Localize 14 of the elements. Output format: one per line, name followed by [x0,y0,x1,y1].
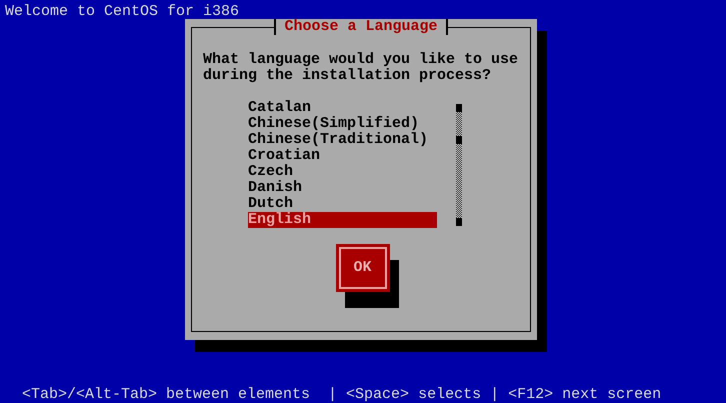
ok-button[interactable]: OK [336,244,390,292]
screen-title: Welcome to CentOS for i386 [5,4,240,20]
language-option[interactable]: Dutch [248,196,437,212]
language-option[interactable]: English [248,212,437,228]
language-option[interactable]: Catalan [248,100,437,116]
language-option[interactable]: Croatian [248,148,437,164]
help-line: <Tab>/<Alt-Tab> between elements | <Space> selects | <F12> next screen [22,387,662,403]
button-shadow [344,260,398,308]
language-option[interactable]: Czech [248,164,437,180]
language-option[interactable]: Chinese(Simplified) [248,116,437,132]
prompt-text: What language would you like to use during the installation process? [203,52,520,84]
dialog-title: Choose a Language [274,19,448,35]
language-option[interactable]: Danish [248,180,437,196]
language-option[interactable]: Chinese(Traditional) [248,132,437,148]
